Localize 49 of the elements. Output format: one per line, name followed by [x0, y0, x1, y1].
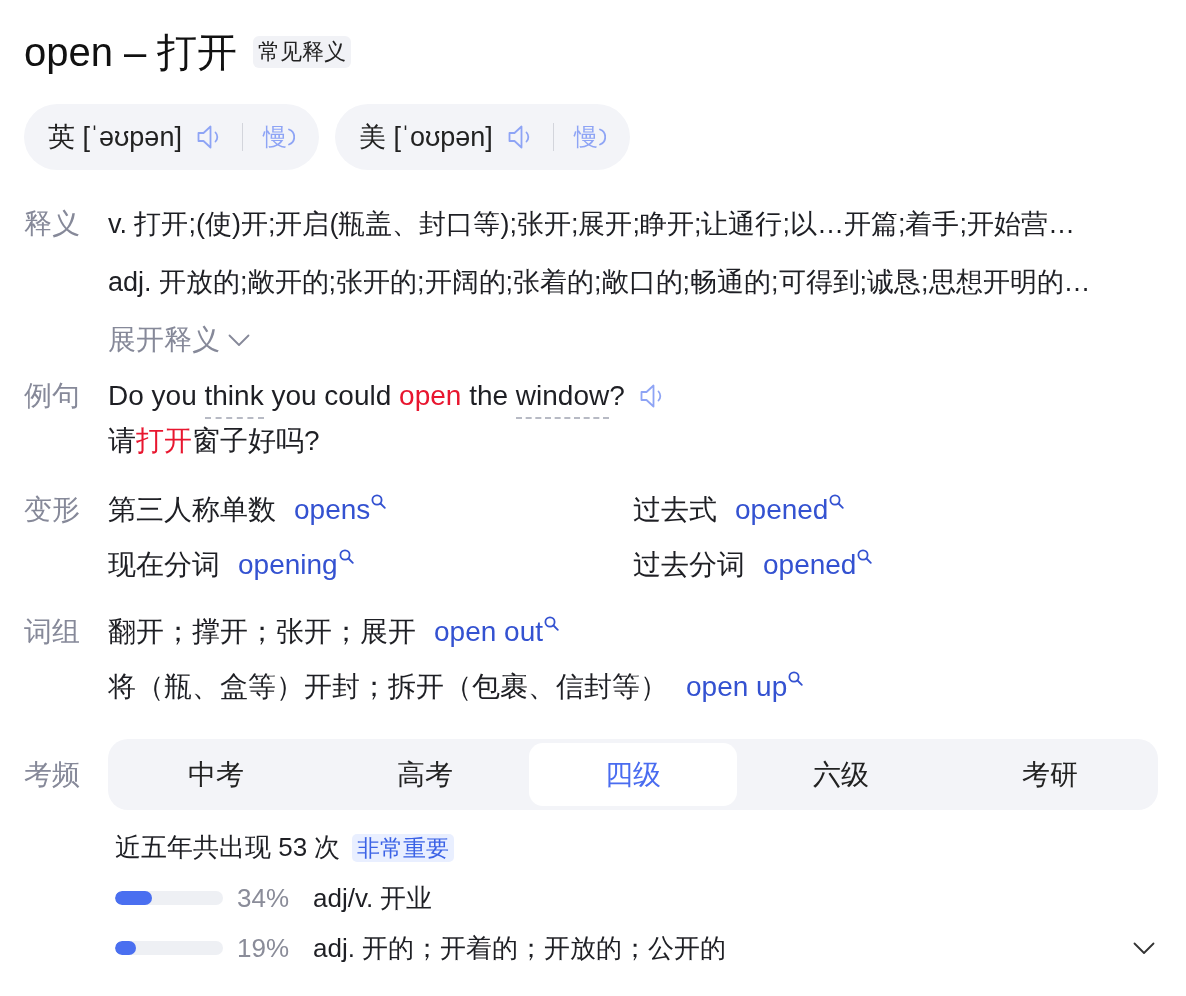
section-label: 词组 [24, 615, 81, 649]
phrase-meaning: 将（瓶、盒等）开封；拆开（包裹、信封等） [108, 670, 668, 704]
phonetic-text: 美 [ˈoʊpən] [358, 120, 493, 154]
occurrence-count: 近五年共出现 53 次 [115, 832, 341, 862]
word-title: open – 打开 [24, 29, 238, 76]
search-icon [371, 494, 387, 509]
exam-tab[interactable]: 四级 [528, 743, 738, 806]
section-label: 变形 [24, 493, 81, 527]
form-label: 过去分词 [633, 548, 745, 582]
exam-tab[interactable]: 高考 [320, 743, 529, 806]
word-form-link[interactable]: opened [735, 482, 845, 537]
importance-tag: 非常重要 [352, 834, 455, 862]
phonetic-text: 英 [ˈəʊpən] [48, 120, 182, 154]
search-icon [829, 494, 845, 509]
expand-definitions-button[interactable]: 展开释义 [108, 312, 250, 368]
chevron-down-icon[interactable] [1133, 941, 1155, 955]
sound-wave-icon [598, 128, 606, 146]
definition-line: v. 打开;(使)开;开启(瓶盖、封口等);张开;展开;睁开;让通行;以…开篇;着手;开始营… [108, 208, 1076, 241]
search-icon [857, 549, 873, 564]
search-icon [788, 671, 804, 686]
search-icon [338, 549, 354, 564]
phrase-link[interactable]: open out [434, 604, 559, 659]
word-form-link[interactable]: opening [238, 537, 354, 592]
example-translation: 请打开窗子好吗? [108, 425, 320, 456]
word-link[interactable]: think [204, 380, 264, 419]
percentage-text: 19% [237, 932, 290, 965]
chevron-down-icon [228, 333, 250, 347]
section-label: 例句 [24, 379, 81, 413]
search-icon [544, 616, 559, 631]
form-label: 现在分词 [108, 548, 220, 582]
definition-line: adj. 开放的;敞开的;张开的;开阔的;张着的;敞口的;畅通的;可得到;诚恳;思想开明的… [108, 266, 1092, 299]
exam-tab[interactable]: 考研 [945, 743, 1155, 806]
word-link[interactable]: window [515, 380, 610, 419]
phrase-meaning: 翻开；撑开；张开；展开 [108, 615, 416, 649]
phrase-link[interactable]: open up [686, 659, 804, 714]
example-sentence: Do you think you could open the window? [108, 373, 625, 418]
word-form-link[interactable]: opens [294, 482, 387, 537]
form-label: 过去式 [633, 493, 717, 527]
exam-tab[interactable]: 中考 [112, 743, 321, 806]
section-label: 释义 [24, 207, 81, 241]
exam-tab[interactable]: 六级 [737, 743, 946, 806]
sound-wave-icon [287, 128, 295, 146]
sense-meaning: adj/v. 开业 [313, 882, 433, 915]
word-form-link[interactable]: opened [763, 537, 873, 592]
percentage-text: 34% [237, 882, 290, 915]
form-label: 第三人称单数 [108, 493, 276, 527]
definition-tag: 常见释义 [253, 36, 352, 68]
sense-meaning: adj. 开的；开着的；开放的；公开的 [313, 932, 727, 965]
section-label: 考频 [24, 758, 81, 792]
